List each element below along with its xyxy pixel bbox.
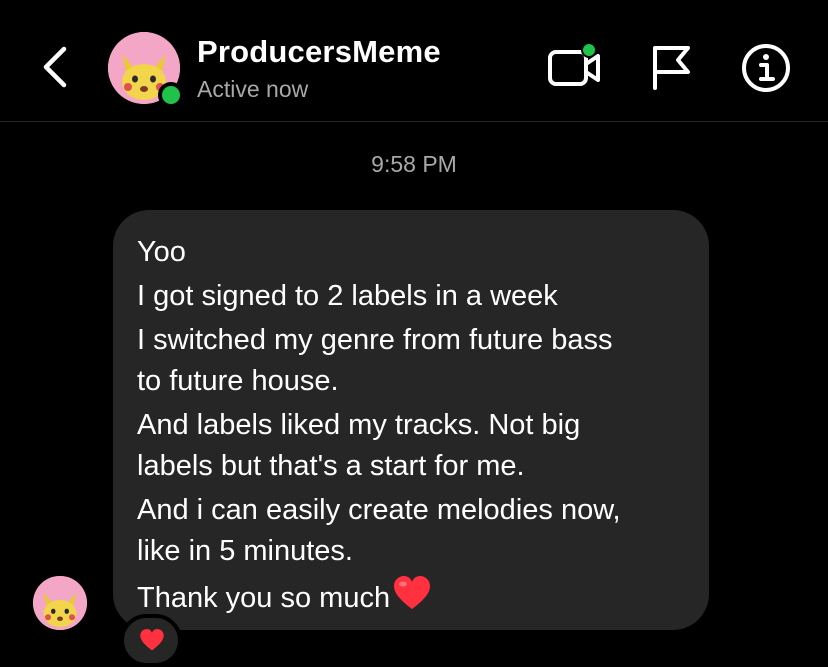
message-line: I switched my genre from future bass <box>137 324 613 356</box>
heart-reaction[interactable] <box>120 614 182 667</box>
video-call-icon <box>548 42 600 86</box>
message-timestamp: 9:58 PM <box>371 151 457 177</box>
heart-icon <box>140 628 164 651</box>
online-status-dot <box>158 82 184 108</box>
back-button[interactable] <box>36 44 76 90</box>
sender-avatar[interactable] <box>33 576 87 630</box>
message-last-line: Thank you so much <box>137 575 685 623</box>
info-button[interactable] <box>740 42 792 94</box>
message-line: to future house. <box>137 365 339 397</box>
message-line: And labels liked my tracks. Not big <box>137 409 581 441</box>
pikachu-face-icon <box>33 576 87 630</box>
heart-emoji-icon <box>392 575 432 623</box>
message-bubble[interactable]: Yoo I got signed to 2 labels in a week I… <box>113 210 709 630</box>
info-icon <box>742 44 790 92</box>
chat-header: ProducersMeme Active now <box>0 0 828 122</box>
message-line: Thank you so much <box>137 582 391 614</box>
message-line: I got signed to 2 labels in a week <box>137 280 558 312</box>
active-status: Active now <box>197 76 309 102</box>
message-line: like in 5 minutes. <box>137 535 353 567</box>
message-line: Yoo <box>137 236 186 268</box>
contact-avatar[interactable] <box>108 32 184 108</box>
chevron-left-icon <box>43 46 67 88</box>
message-line: And i can easily create melodies now, <box>137 494 621 526</box>
flag-icon <box>653 46 690 90</box>
report-flag-button[interactable] <box>648 42 694 92</box>
video-call-button[interactable] <box>546 40 604 92</box>
contact-name[interactable]: ProducersMeme <box>197 34 441 70</box>
message-line: labels but that's a start for me. <box>137 450 525 482</box>
